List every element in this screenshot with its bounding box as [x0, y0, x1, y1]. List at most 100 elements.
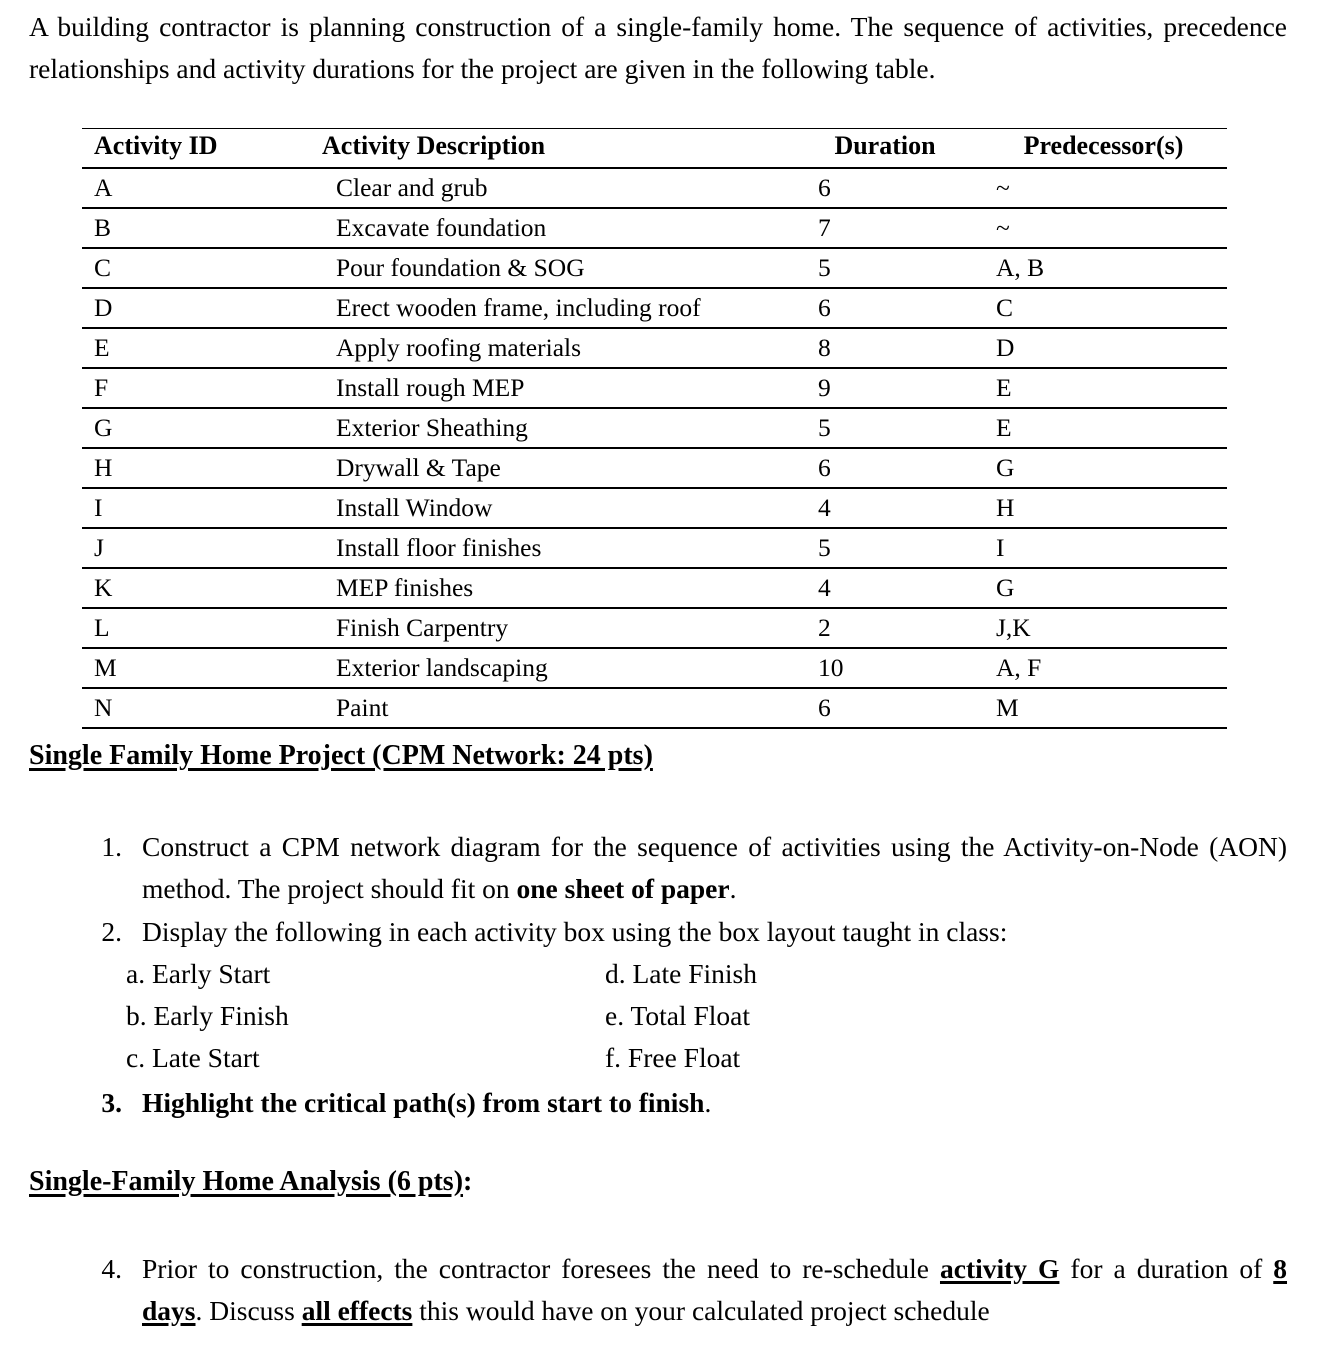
list-item-1: 1. Construct a CPM network diagram for t… — [76, 826, 1287, 910]
cell-activity-description: Clear and grub — [308, 168, 790, 209]
intro-paragraph: A building contractor is planning constr… — [29, 11, 1287, 84]
list-item-4-bold-activity: activity G — [939, 1253, 1060, 1284]
list-item-1-bold: one sheet of paper — [516, 873, 730, 904]
section-heading-analysis-text: Single-Family Home Analysis (6 pts) — [29, 1166, 464, 1197]
cell-activity-predecessors: M — [980, 688, 1227, 729]
sub-list-row: c. Late Start f. Free Float — [126, 1037, 1026, 1079]
cell-activity-predecessors: D — [980, 328, 1227, 369]
table-row: J Install floor finishes 5 I — [82, 528, 1227, 569]
table-row: A Clear and grub 6 ~ — [82, 168, 1227, 209]
table-row: L Finish Carpentry 2 J,K — [82, 608, 1227, 649]
cell-activity-duration: 2 — [790, 608, 980, 649]
cell-activity-id: G — [82, 408, 308, 449]
section-heading-project-text: Single Family Home Project (CPM Network:… — [29, 740, 653, 771]
sub-list-item-right: d. Late Finish — [605, 958, 758, 989]
cell-activity-description: MEP finishes — [308, 568, 790, 609]
cell-activity-description: Drywall & Tape — [308, 448, 790, 489]
table-row: D Erect wooden frame, including roof 6 C — [82, 288, 1227, 329]
cell-activity-duration: 4 — [790, 568, 980, 609]
table-row: K MEP finishes 4 G — [82, 568, 1227, 609]
list-item-3-number: 3. — [101, 1087, 122, 1118]
cell-activity-description: Exterior Sheathing — [308, 408, 790, 449]
sub-list-row: b. Early Finish e. Total Float — [126, 995, 1026, 1037]
cell-activity-duration: 5 — [790, 408, 980, 449]
list-item-2-body: Display the following in each activity b… — [142, 916, 1008, 947]
table-row: N Paint 6 M — [82, 688, 1227, 729]
cell-activity-id: D — [82, 288, 308, 329]
sub-list-row: a. Early Start d. Late Finish — [126, 953, 1026, 995]
cell-activity-id: K — [82, 568, 308, 609]
cell-activity-predecessors: C — [980, 288, 1227, 329]
header-predecessors: Predecessor(s) — [980, 128, 1227, 169]
cell-activity-description: Install rough MEP — [308, 368, 790, 409]
list-item-4-bold-effects: all effects — [301, 1295, 413, 1326]
sub-list-item-left: b. Early Finish — [126, 1000, 289, 1031]
list-item-2-number: 2. — [101, 916, 122, 947]
table-header: Activity ID Activity Description Duratio… — [82, 128, 1227, 169]
list-item-1-number: 1. — [101, 831, 122, 862]
cell-activity-duration: 6 — [790, 168, 980, 209]
cell-activity-description: Exterior landscaping — [308, 648, 790, 689]
cell-activity-id: J — [82, 528, 308, 569]
cell-activity-duration: 6 — [790, 448, 980, 489]
cell-activity-duration: 7 — [790, 208, 980, 249]
sub-list-item-right: f. Free Float — [605, 1042, 741, 1073]
cell-activity-id: F — [82, 368, 308, 409]
activity-table: Activity ID Activity Description Duratio… — [82, 128, 1227, 729]
cell-activity-description: Paint — [308, 688, 790, 729]
sub-list-abcdef: a. Early Start d. Late Finish b. Early Fin… — [126, 953, 1026, 1079]
cell-activity-predecessors: I — [980, 528, 1227, 569]
cell-activity-predecessors: ~ — [980, 168, 1227, 209]
list-item-3-text-end: . — [704, 1087, 712, 1118]
cell-activity-description: Apply roofing materials — [308, 328, 790, 369]
cell-activity-description: Pour foundation & SOG — [308, 248, 790, 289]
sub-list-item-left: a. Early Start — [126, 958, 271, 989]
sub-list-item-left: c. Late Start — [126, 1042, 260, 1073]
header-activity-description: Activity Description — [308, 128, 790, 169]
cell-activity-predecessors: E — [980, 408, 1227, 449]
cell-activity-predecessors: G — [980, 568, 1227, 609]
cell-activity-predecessors: J,K — [980, 608, 1227, 649]
table-row: H Drywall & Tape 6 G — [82, 448, 1227, 489]
table-row: M Exterior landscaping 10 A, F — [82, 648, 1227, 689]
table-row: I Install Window 4 H — [82, 488, 1227, 529]
cell-activity-id: C — [82, 248, 308, 289]
header-activity-id: Activity ID — [82, 128, 308, 169]
cell-activity-id: A — [82, 168, 308, 209]
cell-activity-duration: 5 — [790, 248, 980, 289]
cell-activity-duration: 6 — [790, 688, 980, 729]
cell-activity-description: Excavate foundation — [308, 208, 790, 249]
list-item-4-number: 4. — [101, 1253, 122, 1284]
cell-activity-description: Erect wooden frame, including roof — [308, 288, 790, 329]
list-item-4-text-e: . Discuss — [195, 1295, 302, 1326]
list-item-3-bold-text: Highlight the critical path(s) from star… — [142, 1087, 705, 1118]
list-item-2: 2. Display the following in each activit… — [76, 911, 1287, 953]
cell-activity-duration: 10 — [790, 648, 980, 689]
list-item-1-text-c: . — [729, 873, 737, 904]
list-item-3: 3. Highlight the critical path(s) from s… — [76, 1082, 1287, 1124]
table-row: C Pour foundation & SOG 5 A, B — [82, 248, 1227, 289]
cell-activity-id: M — [82, 648, 308, 689]
document-page: A building contractor is planning constr… — [0, 0, 1319, 1359]
section-heading-project: Single Family Home Project (CPM Network:… — [29, 740, 653, 772]
list-item-4-text-a: Prior to construction, the contractor fo… — [142, 1253, 940, 1284]
cell-activity-description: Install Window — [308, 488, 790, 529]
list-item-4-text-g: this would have on your calculated proje… — [412, 1295, 990, 1326]
cell-activity-duration: 9 — [790, 368, 980, 409]
cell-activity-id: N — [82, 688, 308, 729]
list-item-3-body: Highlight the critical path(s) from star… — [142, 1082, 1287, 1124]
cell-activity-duration: 5 — [790, 528, 980, 569]
section-heading-analysis-colon: : — [463, 1166, 473, 1197]
list-item-4-text-c: for a duration of — [1059, 1253, 1274, 1284]
cell-activity-id: E — [82, 328, 308, 369]
table-header-row: Activity ID Activity Description Duratio… — [82, 128, 1227, 169]
cell-activity-predecessors: E — [980, 368, 1227, 409]
cell-activity-description: Finish Carpentry — [308, 608, 790, 649]
cell-activity-predecessors: A, B — [980, 248, 1227, 289]
cell-activity-id: H — [82, 448, 308, 489]
cell-activity-id: B — [82, 208, 308, 249]
table-row: G Exterior Sheathing 5 E — [82, 408, 1227, 449]
cell-activity-predecessors: ~ — [980, 208, 1227, 249]
list-item-4: 4. Prior to construction, the contractor… — [76, 1248, 1287, 1332]
cell-activity-predecessors: H — [980, 488, 1227, 529]
